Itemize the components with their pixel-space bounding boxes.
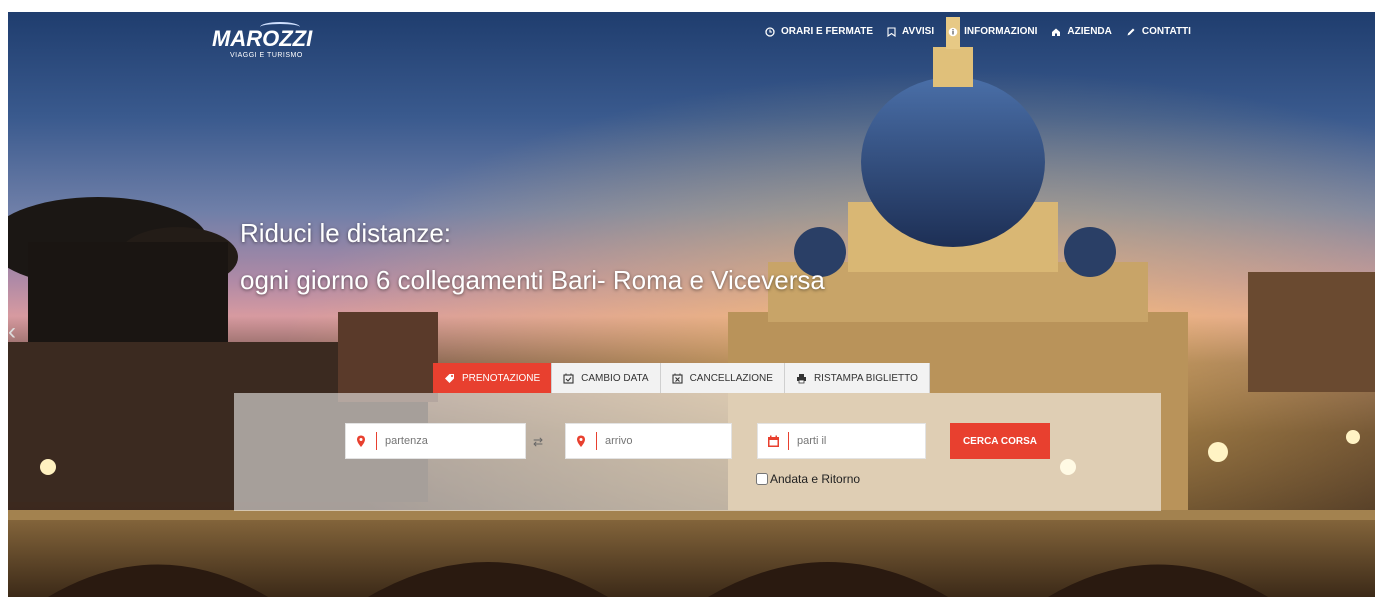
nav-item-contatti[interactable]: CONTATTI <box>1126 26 1191 37</box>
calendar-icon <box>758 435 788 448</box>
roundtrip-label: Andata e Ritorno <box>770 472 861 486</box>
field-separator <box>376 432 377 450</box>
nav-label: AZIENDA <box>1067 26 1112 37</box>
main-nav: ORARI E FERMATE AVVISI INFORMAZIONI AZIE… <box>765 26 1205 37</box>
nav-item-informazioni[interactable]: INFORMAZIONI <box>948 26 1037 37</box>
clock-icon <box>765 26 775 37</box>
tab-cancellazione[interactable]: CANCELLAZIONE <box>660 363 785 393</box>
date-field[interactable] <box>757 423 926 459</box>
search-panel: ⇄ CERCA CORSA Andata e Ritorno <box>234 393 1161 511</box>
nav-label: AVVISI <box>902 26 935 37</box>
map-pin-icon <box>566 435 596 448</box>
nav-label: CONTATTI <box>1141 26 1191 37</box>
arrival-input[interactable] <box>605 435 725 447</box>
calendar-x-icon <box>672 373 683 384</box>
tab-cambio-data[interactable]: CAMBIO DATA <box>552 363 661 393</box>
arrival-field[interactable] <box>565 423 732 459</box>
nav-item-orari[interactable]: ORARI E FERMATE <box>765 26 873 37</box>
date-input[interactable] <box>797 435 917 447</box>
search-button[interactable]: CERCA CORSA <box>950 423 1050 459</box>
nav-label: ORARI E FERMATE <box>781 26 874 37</box>
tag-icon <box>445 373 454 383</box>
printer-icon <box>796 373 806 383</box>
tab-label: CANCELLAZIONE <box>689 372 773 384</box>
map-pin-icon <box>346 435 376 448</box>
tab-ristampa-biglietto[interactable]: RISTAMPA BIGLIETTO <box>784 363 930 393</box>
tab-label: PRENOTAZIONE <box>462 372 541 384</box>
brand-name: MAROZZI <box>212 26 313 51</box>
departure-input[interactable] <box>385 435 505 447</box>
brand-logo[interactable]: MAROZZI VIAGGI E TURISMO <box>208 22 318 62</box>
calendar-check-icon <box>563 373 574 384</box>
bookmark-icon <box>887 26 896 37</box>
tab-label: RISTAMPA BIGLIETTO <box>813 372 918 384</box>
home-icon <box>1052 28 1061 36</box>
roundtrip-option[interactable]: Andata e Ritorno <box>756 472 860 486</box>
field-separator <box>788 432 789 450</box>
pencil-icon <box>1127 28 1135 35</box>
hero-banner: MAROZZI VIAGGI E TURISMO ORARI E FERMATE… <box>8 12 1375 597</box>
brand-tagline: VIAGGI E TURISMO <box>230 52 303 59</box>
tab-prenotazione[interactable]: PRENOTAZIONE <box>433 363 553 393</box>
nav-item-azienda[interactable]: AZIENDA <box>1051 26 1112 37</box>
nav-item-avvisi[interactable]: AVVISI <box>887 26 934 37</box>
roundtrip-checkbox[interactable] <box>756 473 768 485</box>
hero-headline-line2: ogni giorno 6 collegamenti Bari- Roma e … <box>240 265 825 295</box>
swap-direction-icon[interactable]: ⇄ <box>533 435 543 449</box>
field-separator <box>596 432 597 450</box>
tab-label: CAMBIO DATA <box>581 372 649 384</box>
info-icon <box>948 27 958 36</box>
departure-field[interactable] <box>345 423 526 459</box>
booking-tabs: PRENOTAZIONE CAMBIO DATA CANCELLAZIONE R… <box>433 363 930 393</box>
hero-headline-line1: Riduci le distanze: <box>240 218 451 248</box>
carousel-prev-arrow-icon[interactable]: ‹ <box>8 318 16 346</box>
nav-label: INFORMAZIONI <box>964 26 1038 37</box>
